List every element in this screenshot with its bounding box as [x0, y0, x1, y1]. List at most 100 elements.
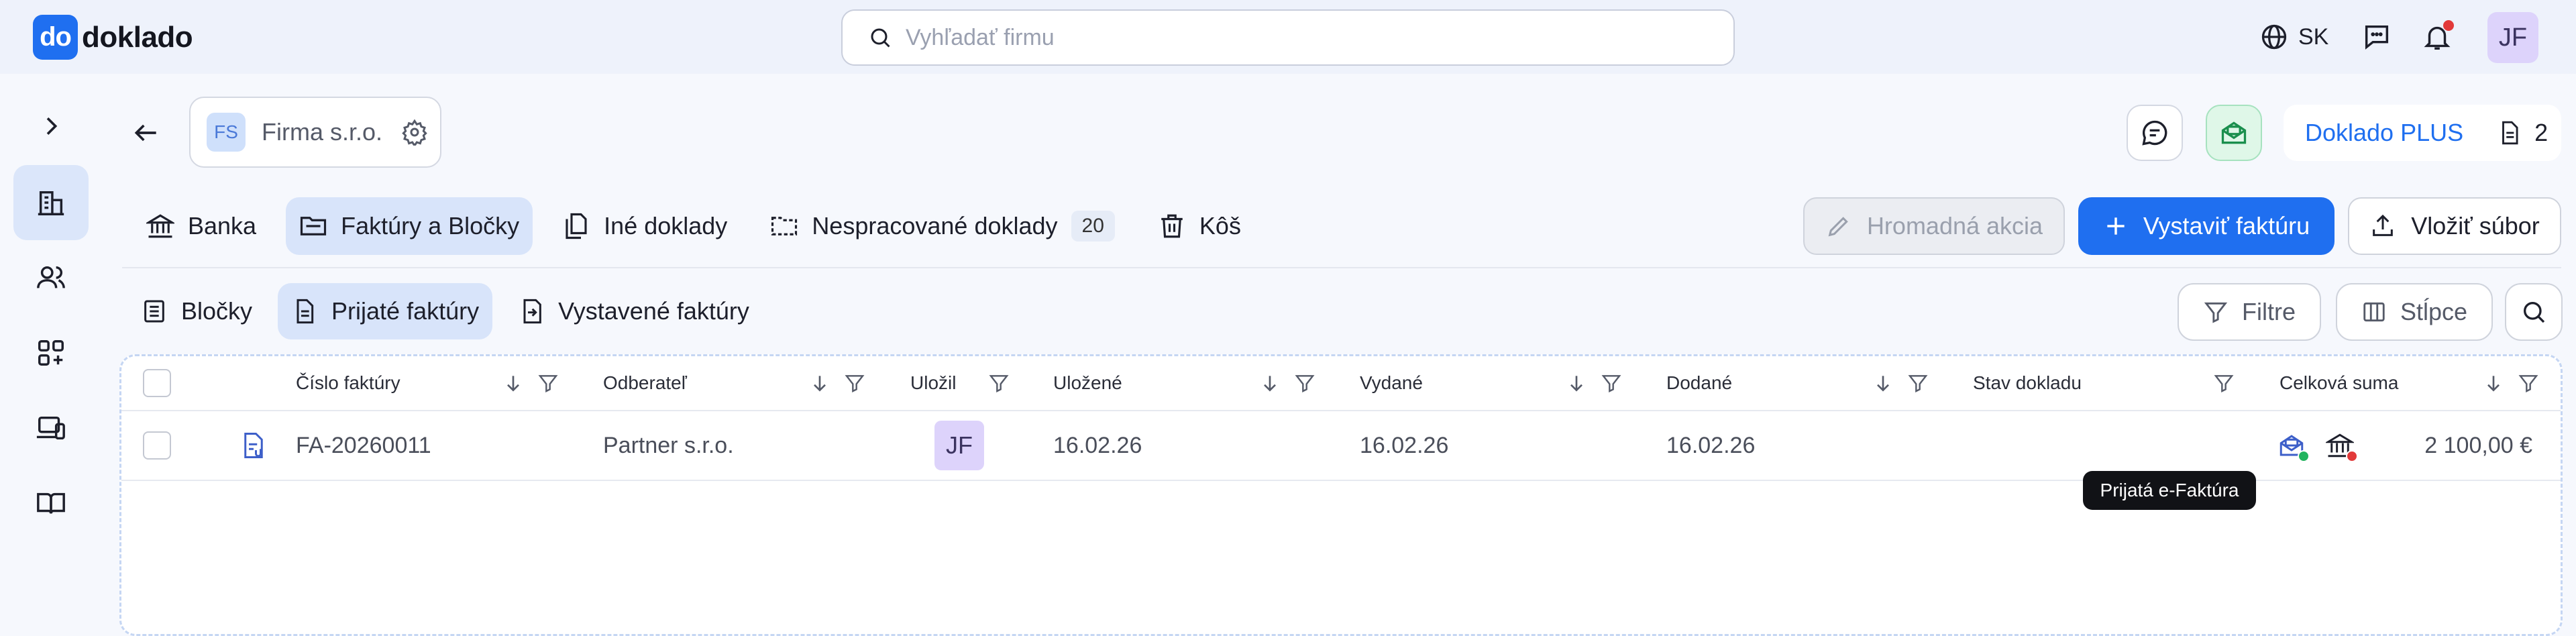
tab-invoices-receipts[interactable]: Faktúry a Bločky	[286, 197, 533, 255]
logo[interactable]: do doklado	[33, 15, 193, 60]
arrow-left-icon	[131, 118, 161, 148]
gear-icon[interactable]	[401, 119, 428, 146]
column-header-document-status[interactable]: Stav dokladu	[1973, 356, 2082, 410]
column-header-saved[interactable]: Uložené	[1053, 356, 1122, 410]
columns-button[interactable]: Stĺpce	[2336, 283, 2493, 341]
tab-trash[interactable]: Kôš	[1144, 197, 1254, 255]
column-controls	[1552, 356, 1622, 410]
tab-bank[interactable]: Banka	[133, 197, 270, 255]
trash-icon	[1158, 212, 1186, 240]
tab-other-documents[interactable]: Iné doklady	[549, 197, 741, 255]
tab-unprocessed-documents[interactable]: Nespracované doklady 20	[757, 197, 1128, 255]
tab-received-invoices[interactable]: Prijaté faktúry	[278, 283, 493, 339]
documents-icon	[562, 212, 590, 240]
e-invoice-icon	[239, 411, 268, 480]
row-checkbox[interactable]	[143, 411, 171, 480]
column-header-saved-by[interactable]: Uložil	[910, 356, 956, 410]
company-search[interactable]	[841, 9, 1735, 66]
invoice-number[interactable]: FA-20260011	[296, 411, 431, 480]
filter-icon[interactable]	[524, 372, 559, 394]
primary-tabs: Banka Faktúry a Bločky Iné doklady Nespr…	[133, 197, 1271, 255]
filter-icon[interactable]	[1281, 372, 1316, 394]
table-search-button[interactable]	[2505, 283, 2563, 341]
messages-button[interactable]	[2361, 18, 2392, 56]
sidebar-item-apps[interactable]	[13, 315, 89, 390]
column-controls	[2200, 356, 2235, 410]
globe-icon	[2259, 22, 2289, 52]
filter-icon[interactable]	[1894, 372, 1929, 394]
sidebar	[0, 74, 101, 608]
user-avatar[interactable]: JF	[2487, 12, 2538, 63]
logo-text: doklado	[82, 20, 193, 54]
search-icon	[868, 25, 892, 50]
search-icon	[2520, 299, 2547, 325]
company-selector[interactable]: FS Firma s.r.o.	[189, 97, 441, 168]
filter-button[interactable]: Filtre	[2178, 283, 2321, 341]
chat-icon	[2361, 21, 2392, 52]
filter-icon[interactable]	[2200, 372, 2235, 394]
filter-icon[interactable]	[1587, 372, 1622, 394]
upload-file-button[interactable]: Vložiť súbor	[2348, 197, 2561, 255]
issue-invoice-label: Vystaviť faktúru	[2143, 212, 2310, 240]
mass-action-label: Hromadná akcia	[1866, 212, 2043, 240]
sort-down-icon[interactable]	[1859, 372, 1894, 394]
tab-label: Iné doklady	[604, 212, 728, 240]
logo-mark: do	[33, 15, 78, 60]
status-e-invoice-icon[interactable]	[2277, 411, 2310, 480]
sidebar-expand-button[interactable]	[13, 89, 89, 164]
upload-icon	[2369, 213, 2396, 240]
company-name: Firma s.r.o.	[262, 118, 383, 146]
plus-icon	[2103, 213, 2129, 239]
language-switcher[interactable]: SK	[2259, 18, 2328, 56]
sort-down-icon[interactable]	[489, 372, 524, 394]
sidebar-item-guide[interactable]	[13, 466, 89, 541]
column-header-total[interactable]: Celková suma	[2279, 356, 2398, 410]
plan-label[interactable]: Doklado PLUS	[2305, 119, 2463, 147]
tab-label: Nespracované doklady	[812, 212, 1058, 240]
plan-box[interactable]: Doklado PLUS 2	[2284, 105, 2561, 161]
export-icon	[518, 298, 545, 325]
sort-down-icon[interactable]	[1246, 372, 1281, 394]
comments-button[interactable]	[2127, 105, 2183, 161]
filter-icon[interactable]	[975, 372, 1010, 394]
receipt-icon	[141, 298, 168, 325]
building-icon	[36, 187, 66, 218]
sort-down-icon[interactable]	[796, 372, 830, 394]
column-controls	[975, 356, 1010, 410]
column-controls	[1246, 356, 1316, 410]
search-input[interactable]	[906, 24, 1711, 51]
tab-receipts[interactable]: Bločky	[127, 283, 266, 339]
bell-icon	[2422, 20, 2454, 52]
mass-action-button[interactable]: Hromadná akcia	[1803, 197, 2065, 255]
back-button[interactable]	[131, 118, 161, 148]
top-bar: do doklado SK JF	[0, 0, 2576, 74]
column-header-delivered[interactable]: Dodané	[1666, 356, 1732, 410]
issue-invoice-button[interactable]: Vystaviť faktúru	[2078, 197, 2334, 255]
status-bank-icon[interactable]	[2326, 411, 2358, 480]
upload-file-label: Vložiť súbor	[2411, 212, 2540, 240]
inbox-button[interactable]	[2206, 105, 2262, 161]
column-header-invoice-number[interactable]: Číslo faktúry	[296, 356, 400, 410]
column-header-customer[interactable]: Odberateľ	[603, 356, 687, 410]
sidebar-item-companies[interactable]	[13, 165, 89, 240]
filter-icon[interactable]	[2504, 372, 2539, 394]
sidebar-item-users[interactable]	[13, 240, 89, 315]
notification-dot	[2443, 20, 2454, 31]
column-controls	[1859, 356, 1929, 410]
divider	[122, 267, 2561, 268]
select-all-checkbox[interactable]	[143, 356, 171, 410]
sort-down-icon[interactable]	[1552, 372, 1587, 394]
column-controls	[796, 356, 865, 410]
tab-issued-invoices[interactable]: Vystavené faktúry	[504, 283, 763, 339]
dashed-folder-icon	[770, 212, 798, 240]
notifications-button[interactable]	[2422, 18, 2454, 56]
sort-down-icon[interactable]	[2469, 372, 2504, 394]
columns-label: Stĺpce	[2400, 298, 2468, 325]
tab-label: Faktúry a Bločky	[341, 212, 520, 240]
sidebar-item-devices[interactable]	[13, 390, 89, 466]
apps-add-icon	[36, 337, 66, 368]
column-header-issued[interactable]: Vydané	[1360, 356, 1423, 410]
filter-icon[interactable]	[830, 372, 865, 394]
saved-date: 16.02.26	[1053, 432, 1142, 458]
users-icon	[36, 262, 66, 293]
